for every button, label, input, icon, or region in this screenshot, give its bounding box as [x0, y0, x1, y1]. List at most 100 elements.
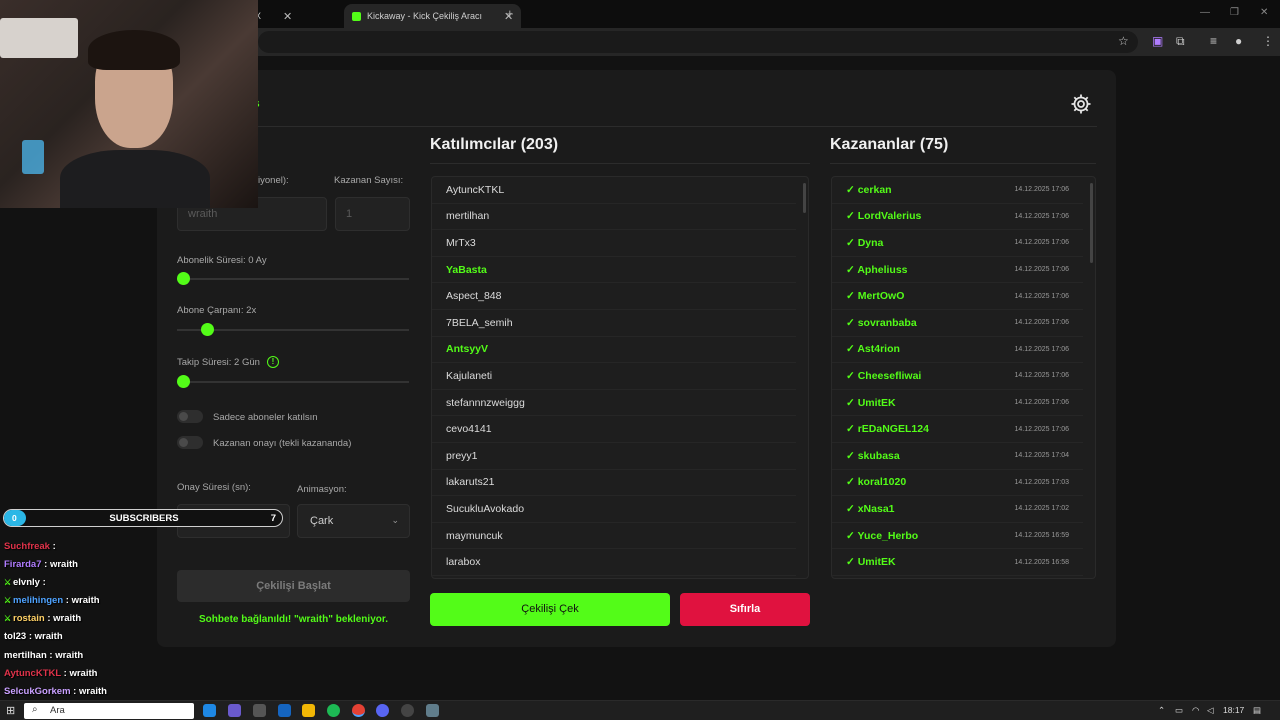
follow-duration-label: Takip Süresi: 2 Gün — [177, 357, 260, 368]
scrollbar[interactable] — [1090, 183, 1093, 263]
obs-icon[interactable] — [401, 704, 414, 717]
copilot-icon[interactable] — [228, 704, 241, 717]
new-tab-button[interactable]: + — [506, 6, 514, 21]
store-icon[interactable] — [253, 704, 266, 717]
winner-name: ✓ MertOwO — [846, 290, 905, 303]
chrome-icon[interactable] — [352, 704, 365, 717]
winner-time: 14.12.2025 17:03 — [1014, 478, 1070, 486]
scrollbar[interactable] — [803, 183, 806, 213]
winner-time: 14.12.2025 17:06 — [1014, 319, 1070, 327]
close-window-icon[interactable]: ✕ — [1260, 7, 1268, 18]
network-icon[interactable]: ▭ — [1175, 705, 1183, 716]
taskbar-search[interactable]: ⌕ Ara — [24, 703, 194, 719]
chat-text: wraith — [69, 667, 98, 679]
winner-name: ✓ LordValerius — [846, 210, 922, 223]
chat-separator: : — [26, 631, 35, 643]
winner-row: ✓ skubasa 14.12.2025 17:04 — [832, 443, 1083, 470]
outlook-icon[interactable] — [278, 704, 291, 717]
chat-message: ⚔ elvnly : — [4, 577, 184, 595]
windows-taskbar: ⊞ ⌕ Ara ⌃ ▭ ◠ ◁ 18:17 ▤ — [0, 700, 1280, 720]
puzzle-icon[interactable]: ⧉ — [1176, 34, 1185, 49]
animation-select[interactable]: Çark ⌄ — [297, 504, 410, 538]
winner-name: ✓ cerkan — [846, 183, 892, 196]
only-subs-toggle[interactable] — [177, 410, 203, 423]
winner-time: 14.12.2025 17:06 — [1014, 212, 1070, 220]
extension-icon[interactable]: ▣ — [1152, 34, 1163, 48]
file-explorer-icon[interactable] — [302, 704, 315, 717]
volume-icon[interactable]: ◁ — [1207, 705, 1214, 716]
winner-name: ✓ xNasa1 — [846, 502, 895, 515]
winner-name: ✓ Ast4rion — [846, 343, 900, 356]
kick-favicon-icon — [352, 11, 361, 21]
profile-icon[interactable]: ● — [1235, 34, 1242, 48]
winner-name: ✓ Apheliuss — [846, 263, 908, 276]
chat-overlay: Suchfreak : Firarda7 : wraith ⚔ elvnly : ⚔… — [4, 541, 184, 704]
info-icon[interactable]: ! — [267, 356, 279, 368]
winner-time: 14.12.2025 17:06 — [1014, 292, 1070, 300]
chat-username: elvnly — [13, 577, 40, 589]
menu-icon[interactable]: ⋮ — [1262, 34, 1274, 48]
tab-x[interactable]: X ✕ — [255, 4, 292, 28]
minimize-icon[interactable]: — — [1200, 7, 1210, 18]
participant-row: Aspect_848 — [432, 283, 796, 310]
follow-duration-slider[interactable] — [177, 381, 409, 383]
follow-duration-handle[interactable] — [177, 375, 190, 388]
chat-text: wraith — [49, 559, 78, 571]
winner-count-input[interactable]: 1 — [335, 197, 410, 231]
winner-time: 14.12.2025 16:58 — [1014, 558, 1070, 566]
sub-duration-slider[interactable] — [177, 278, 409, 280]
chat-message: ⚔ melihingen : wraith — [4, 595, 184, 613]
chat-username: SelcukGorkem — [4, 685, 71, 697]
winner-confirm-toggle[interactable] — [177, 436, 203, 449]
badge-icon: ⚔ — [4, 578, 12, 588]
winner-count-label: Kazanan Sayısı: — [334, 175, 404, 186]
chat-text: wraith — [34, 631, 63, 643]
participant-row: AytuncKTKL — [432, 177, 796, 204]
close-icon[interactable]: ✕ — [283, 10, 292, 23]
bookmark-star-icon[interactable]: ☆ — [1118, 34, 1129, 48]
winner-time: 14.12.2025 17:06 — [1014, 266, 1070, 274]
discord-icon[interactable] — [376, 704, 389, 717]
draw-button[interactable]: Çekilişi Çek — [430, 593, 670, 626]
participant-row: preyy1 — [432, 443, 796, 470]
winners-title: Kazananlar (75) — [830, 136, 949, 153]
participant-row: AntsyyV — [432, 337, 796, 364]
edge-icon[interactable] — [203, 704, 216, 717]
notification-icon[interactable]: ▤ — [1253, 705, 1261, 716]
sub-duration-handle[interactable] — [177, 272, 190, 285]
tab-kickaway[interactable]: Kickaway - Kick Çekiliş Aracı ✕ — [344, 4, 522, 28]
winners-list[interactable]: ✓ cerkan 14.12.2025 17:06 ✓ LordValerius 14… — [831, 176, 1096, 579]
winner-time: 14.12.2025 16:59 — [1014, 532, 1070, 540]
notepad-icon[interactable] — [426, 704, 439, 717]
winner-name: ✓ Dyna — [846, 236, 884, 249]
participants-title: Katılımcılar (203) — [430, 136, 559, 153]
chat-message: mertilhan : wraith — [4, 650, 184, 668]
winner-time: 14.12.2025 17:06 — [1014, 425, 1070, 433]
participant-row: YaBasta — [432, 257, 796, 284]
sub-multiplier-label: Abone Çarpanı: 2x — [177, 305, 257, 316]
clock[interactable]: 18:17 — [1223, 705, 1244, 715]
air-conditioner — [0, 18, 78, 58]
gear-icon[interactable] — [1069, 92, 1093, 116]
spotify-icon[interactable] — [327, 704, 340, 717]
wifi-icon[interactable]: ◠ — [1192, 705, 1199, 716]
windows-start-icon[interactable]: ⊞ — [6, 704, 15, 717]
webcam-overlay — [0, 0, 258, 208]
chat-username: Firarda7 — [4, 559, 42, 571]
reset-button[interactable]: Sıfırla — [680, 593, 810, 626]
start-giveaway-button[interactable]: Çekilişi Başlat — [177, 570, 410, 602]
media-icon[interactable]: ≡ — [1210, 34, 1217, 48]
winner-row: ✓ MertOwO 14.12.2025 17:06 — [832, 283, 1083, 310]
maximize-icon[interactable]: ❐ — [1230, 7, 1239, 18]
url-input[interactable] — [258, 31, 1138, 53]
winner-name: ✓ skubasa — [846, 449, 900, 462]
subs-label: SUBSCRIBERS — [109, 513, 179, 524]
winner-row: ✓ Yuce_Herbo 14.12.2025 16:59 — [832, 523, 1083, 550]
participants-list[interactable]: AytuncKTKL mertilhan MrTx3 YaBasta Aspect_84… — [431, 176, 809, 579]
sub-multiplier-handle[interactable] — [201, 323, 214, 336]
winner-time: 14.12.2025 17:06 — [1014, 239, 1070, 247]
search-icon: ⌕ — [32, 704, 38, 715]
confirm-time-label: Onay Süresi (sn): — [177, 482, 251, 493]
tray-chevron-icon[interactable]: ⌃ — [1158, 705, 1165, 716]
chat-text: wraith — [71, 595, 100, 607]
